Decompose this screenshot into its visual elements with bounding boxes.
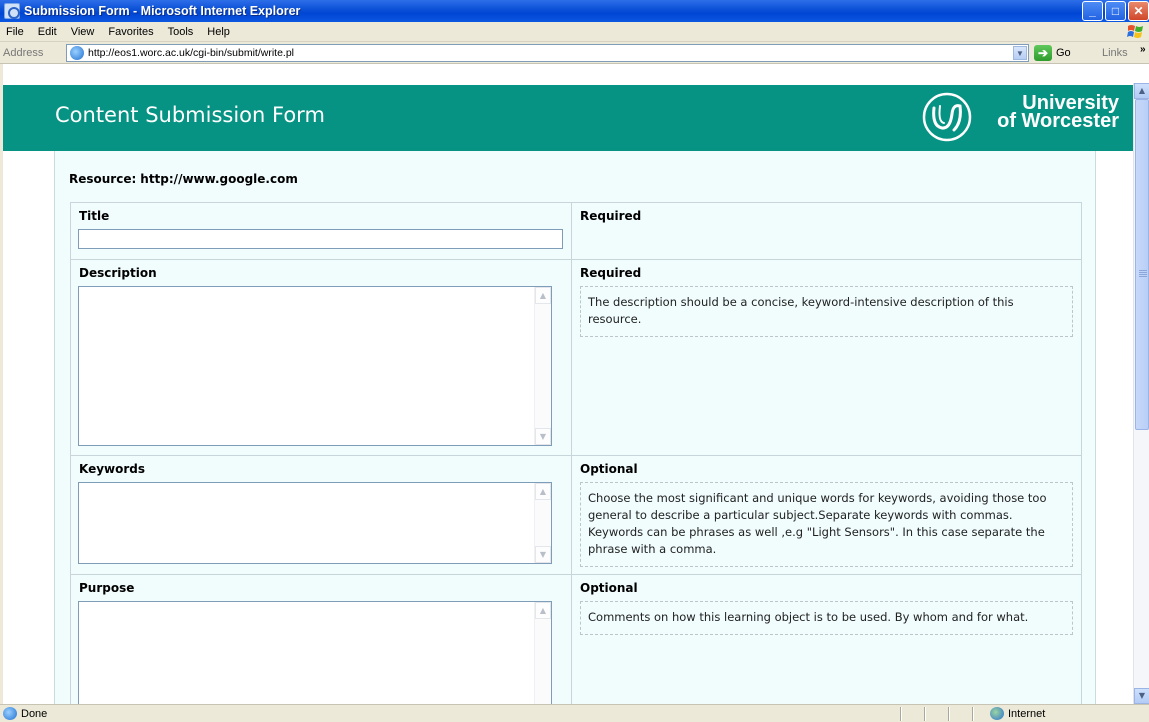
menu-view[interactable]: View [64,26,102,38]
scroll-up-icon[interactable]: ▲ [1134,83,1149,99]
scrollbar-thumb[interactable] [1135,99,1149,430]
menu-favorites[interactable]: Favorites [101,26,160,38]
go-arrow-icon: ➔ [1034,45,1052,61]
page-done-icon [3,707,17,720]
form-row-title: Title Required [70,202,1082,260]
keywords-help: Choose the most significant and unique w… [580,482,1073,567]
window-controls: _ □ ✕ [1082,1,1149,21]
page-header: Content Submission Form University of Wo… [3,85,1133,151]
menu-file[interactable]: File [0,26,31,38]
page-icon [70,46,84,60]
chevron-right-icon[interactable]: » [1140,44,1146,55]
purpose-scrollbar[interactable]: ▲ [534,602,551,704]
scroll-up-icon[interactable]: ▲ [535,483,551,500]
close-button[interactable]: ✕ [1128,1,1149,21]
description-requirement: Required [580,266,642,280]
description-scrollbar[interactable]: ▲ ▼ [534,287,551,445]
university-logo-icon [922,92,972,142]
address-input[interactable]: http://eos1.worc.ac.uk/cgi-bin/submit/wr… [66,44,1029,62]
form-container: Resource: http://www.google.com Title Req… [54,151,1096,704]
description-help: The description should be a concise, key… [580,286,1073,337]
resource-line: Resource: http://www.google.com [69,172,298,186]
submission-form-table: Title Required Description ▲ ▼ Required … [70,202,1082,704]
links-label[interactable]: Links [1102,47,1128,59]
address-dropdown-icon[interactable]: ▼ [1013,46,1027,60]
address-url: http://eos1.worc.ac.uk/cgi-bin/submit/wr… [88,47,295,59]
description-label: Description [79,266,157,280]
windows-flag-icon [1127,25,1143,38]
page-title: Content Submission Form [55,103,325,127]
status-text: Done [21,708,48,720]
title-label: Title [79,209,110,223]
description-textarea[interactable] [79,287,535,445]
university-name: University of Worcester [997,92,1119,132]
status-bar: Done Internet [0,704,1149,722]
go-button[interactable]: ➔ Go [1034,45,1071,61]
security-zone-label: Internet [1008,708,1046,720]
form-row-keywords: Keywords ▲ ▼ Optional Choose the most si… [70,455,1082,575]
page-viewport: Content Submission Form University of Wo… [0,64,1133,704]
address-bar: Address http://eos1.worc.ac.uk/cgi-bin/s… [0,42,1149,64]
minimize-button[interactable]: _ [1082,1,1103,21]
title-input[interactable] [78,229,563,249]
keywords-requirement: Optional [580,462,638,476]
description-field[interactable]: ▲ ▼ [78,286,552,446]
scroll-up-icon[interactable]: ▲ [535,602,551,619]
page-scrollbar[interactable]: ▲ ▼ [1133,83,1149,704]
internet-zone-icon [990,707,1004,720]
maximize-button[interactable]: □ [1105,1,1126,21]
purpose-label: Purpose [79,581,135,595]
go-label: Go [1056,47,1071,59]
resource-url: http://www.google.com [140,172,298,186]
keywords-scrollbar[interactable]: ▲ ▼ [534,483,551,563]
keywords-field[interactable]: ▲ ▼ [78,482,552,564]
form-row-description: Description ▲ ▼ Required The description… [70,259,1082,456]
window-title: Submission Form - Microsoft Internet Exp… [24,4,301,18]
purpose-textarea[interactable] [79,602,535,704]
scroll-up-icon[interactable]: ▲ [535,287,551,304]
scroll-down-icon[interactable]: ▼ [1134,688,1149,704]
address-label: Address [3,46,44,59]
title-requirement: Required [580,209,642,223]
menu-edit[interactable]: Edit [31,26,64,38]
purpose-requirement: Optional [580,581,638,595]
form-row-purpose: Purpose ▲ Optional Comments on how this … [70,574,1082,704]
scroll-down-icon[interactable]: ▼ [535,428,551,445]
resource-label: Resource: [69,172,137,186]
window-titlebar: Submission Form - Microsoft Internet Exp… [0,0,1149,22]
menu-bar: File Edit View Favorites Tools Help [0,22,1149,42]
menu-tools[interactable]: Tools [161,26,201,38]
scroll-down-icon[interactable]: ▼ [535,546,551,563]
internet-explorer-icon [4,3,20,19]
purpose-field[interactable]: ▲ [78,601,552,704]
purpose-help: Comments on how this learning object is … [580,601,1073,635]
keywords-label: Keywords [79,462,146,476]
keywords-textarea[interactable] [79,483,535,563]
menu-help[interactable]: Help [200,26,237,38]
